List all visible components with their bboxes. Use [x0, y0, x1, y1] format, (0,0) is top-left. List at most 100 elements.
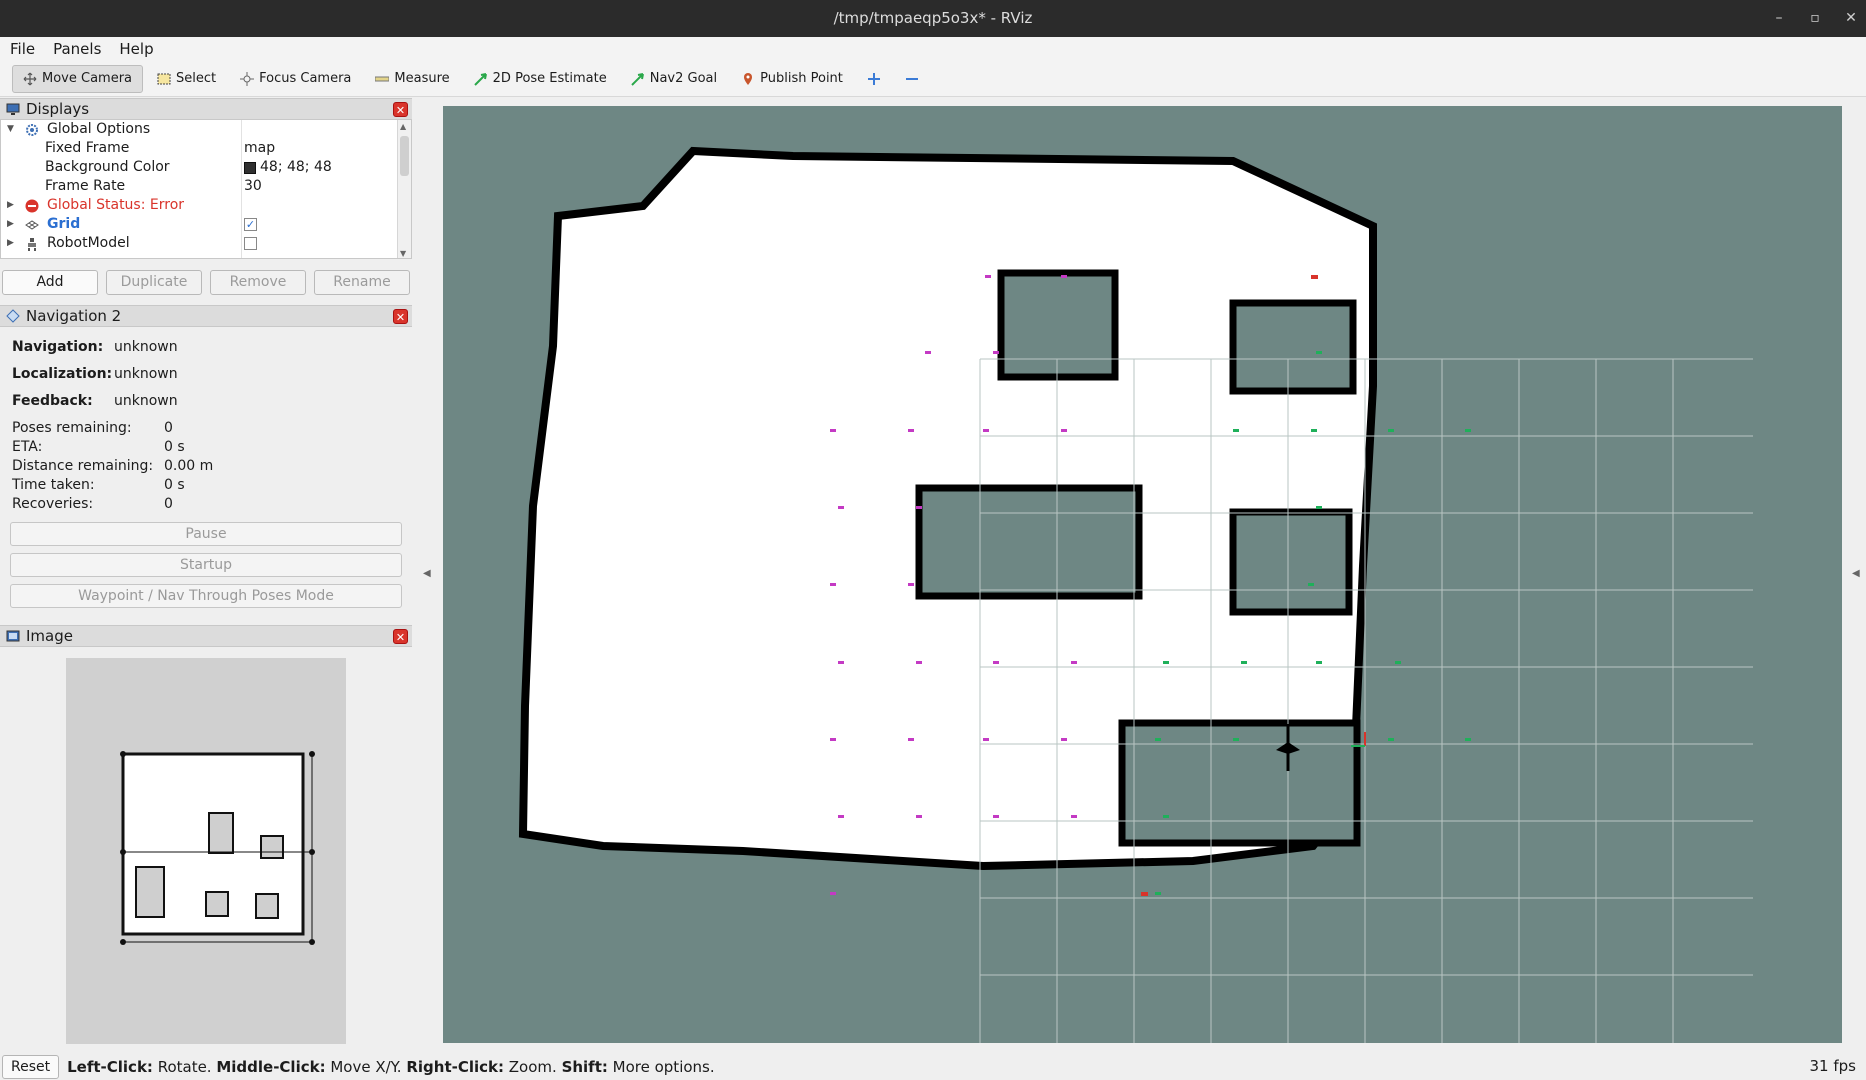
duplicate-button[interactable]: Duplicate	[106, 270, 202, 295]
pose-estimate-tool[interactable]: 2D Pose Estimate	[464, 65, 617, 93]
move-camera-label: Move Camera	[42, 71, 133, 86]
window-controls: – ▫ ✕	[1772, 0, 1858, 37]
shift-text: More options.	[607, 1057, 715, 1076]
render-3d-view[interactable]	[443, 106, 1842, 1043]
fixed-frame-value[interactable]: map	[244, 139, 275, 158]
close-displays-button[interactable]: ✕	[393, 102, 408, 117]
recoveries-label: Recoveries:	[12, 496, 94, 512]
tree-row-background-color[interactable]: Background Color 48; 48; 48	[1, 158, 397, 177]
navigation-panel-header: Navigation 2 ✕	[0, 305, 412, 327]
image-icon	[6, 630, 20, 642]
tree-row-grid[interactable]: ▶ Grid ✓	[1, 215, 397, 234]
image-panel	[0, 658, 412, 1046]
remove-button[interactable]: Remove	[210, 270, 306, 295]
obstacle	[1229, 299, 1357, 395]
menu-bar: File Panels Help	[0, 37, 1866, 61]
menu-help[interactable]: Help	[119, 40, 153, 58]
robot-icon	[28, 238, 36, 251]
navigation-title: Navigation 2	[26, 307, 122, 325]
eta-value: 0 s	[164, 439, 185, 455]
tree-row-fixed-frame[interactable]: Fixed Frame map	[1, 139, 397, 158]
obstacle	[915, 484, 1143, 600]
left-click-text: Rotate.	[152, 1057, 217, 1076]
displays-title: Displays	[26, 100, 90, 118]
expand-arrow-icon[interactable]: ▶	[7, 215, 14, 234]
occupancy-map[interactable]	[443, 106, 1842, 1043]
add-tool-button[interactable]	[857, 65, 891, 93]
shift-key: Shift:	[561, 1057, 608, 1076]
displays-panel-header: Displays ✕	[0, 98, 412, 120]
expand-arrow-icon[interactable]: ▶	[7, 234, 14, 253]
monitor-icon	[6, 103, 20, 115]
frame-rate-label: Frame Rate	[45, 178, 126, 194]
select-tool[interactable]: Select	[147, 65, 226, 93]
move-camera-icon	[23, 72, 37, 85]
close-navigation-button[interactable]: ✕	[393, 309, 408, 324]
remove-tool-button[interactable]	[895, 65, 929, 93]
frame-rate-value[interactable]: 30	[244, 177, 262, 196]
error-icon	[25, 199, 39, 213]
rename-button[interactable]: Rename	[314, 270, 410, 295]
distance-remaining-label: Distance remaining:	[12, 458, 154, 474]
poses-remaining-label: Poses remaining:	[12, 420, 132, 436]
publish-point-tool[interactable]: Publish Point	[731, 65, 853, 93]
feedback-status-label: Feedback:	[12, 393, 93, 409]
tree-row-frame-rate[interactable]: Frame Rate 30	[1, 177, 397, 196]
grid-checkbox[interactable]: ✓	[244, 218, 257, 231]
gear-icon	[26, 124, 38, 136]
nav2-goal-label: Nav2 Goal	[649, 71, 718, 86]
window-title: /tmp/tmpaeqp5o3x* - RViz	[833, 9, 1033, 27]
background-color-value[interactable]: 48; 48; 48	[244, 158, 332, 177]
scroll-down-icon[interactable]: ▼	[400, 249, 406, 258]
menu-file[interactable]: File	[10, 40, 35, 58]
pause-button[interactable]: Pause	[10, 522, 402, 546]
distance-remaining-value: 0.00 m	[164, 458, 214, 474]
tool-bar: Move Camera Select Focus Camera Measure …	[0, 61, 1866, 97]
displays-scrollbar[interactable]: ▲ ▼	[397, 120, 411, 258]
expand-arrow-icon[interactable]: ▶	[7, 196, 14, 215]
minimize-icon[interactable]: –	[1772, 0, 1786, 37]
minus-icon	[905, 77, 918, 80]
menu-panels[interactable]: Panels	[53, 40, 101, 58]
waypoint-mode-button[interactable]: Waypoint / Nav Through Poses Mode	[10, 584, 402, 608]
focus-camera-icon	[240, 71, 255, 86]
scrollbar-thumb[interactable]	[400, 136, 409, 176]
navigation-panel: Navigation: unknown Localization: unknow…	[0, 329, 412, 619]
eta-label: ETA:	[12, 439, 43, 455]
nav2-goal-tool[interactable]: Nav2 Goal	[621, 65, 727, 93]
close-image-button[interactable]: ✕	[393, 629, 408, 644]
reset-button[interactable]: Reset	[2, 1054, 60, 1079]
map-thumbnail	[120, 751, 315, 945]
close-window-icon[interactable]: ✕	[1844, 0, 1858, 37]
tree-row-robot-model[interactable]: ▶ RobotModel	[1, 234, 397, 253]
obstacle	[997, 269, 1119, 381]
tree-row-global-options[interactable]: ▼ Global Options	[1, 120, 397, 139]
move-camera-tool[interactable]: Move Camera	[12, 64, 144, 93]
global-options-label: Global Options	[47, 121, 151, 137]
robot-model-label: RobotModel	[47, 235, 130, 251]
fixed-frame-label: Fixed Frame	[45, 140, 130, 156]
startup-button[interactable]: Startup	[10, 553, 402, 577]
select-label: Select	[176, 71, 217, 86]
measure-tool[interactable]: Measure	[365, 65, 459, 93]
publish-point-label: Publish Point	[760, 71, 843, 86]
collapse-arrow-icon[interactable]: ▼	[7, 120, 14, 139]
time-taken-value: 0 s	[164, 477, 185, 493]
collapse-right-icon[interactable]: ◀	[1852, 568, 1860, 579]
scroll-up-icon[interactable]: ▲	[400, 122, 406, 131]
focus-camera-tool[interactable]: Focus Camera	[230, 65, 361, 93]
background-color-text: 48; 48; 48	[260, 159, 332, 175]
fps-counter: 31 fps	[1809, 1057, 1856, 1075]
robot-model-checkbox[interactable]	[244, 237, 257, 250]
map-pin-icon	[744, 72, 753, 85]
add-button[interactable]: Add	[2, 270, 98, 295]
measure-label: Measure	[394, 71, 450, 86]
collapse-left-icon[interactable]: ◀	[423, 568, 431, 579]
maximize-icon[interactable]: ▫	[1808, 0, 1822, 37]
window-titlebar: /tmp/tmpaeqp5o3x* - RViz – ▫ ✕	[0, 0, 1866, 37]
tree-row-global-status[interactable]: ▶ Global Status: Error	[1, 196, 397, 215]
select-icon	[157, 73, 171, 84]
focus-camera-label: Focus Camera	[259, 71, 352, 86]
navigation-status-value: unknown	[114, 339, 178, 355]
poses-remaining-value: 0	[164, 420, 173, 436]
